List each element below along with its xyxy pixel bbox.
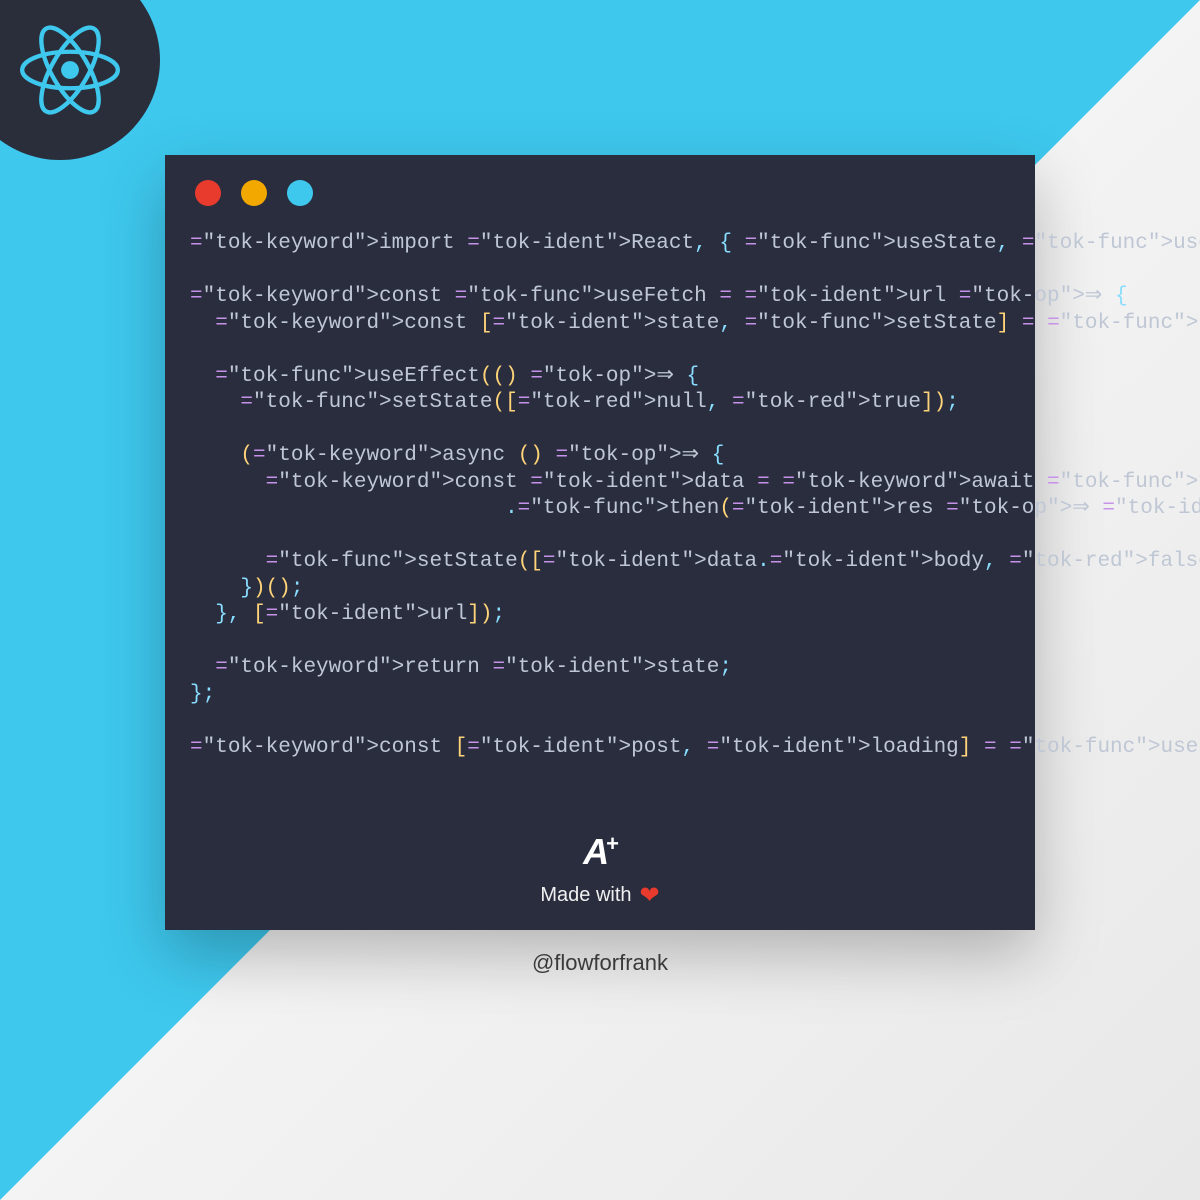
made-with-row: Made with ❤ [165, 881, 1035, 910]
code-line: ="tok-keyword">const [="tok-ident">post,… [190, 736, 1200, 759]
code-line: ="tok-func">useEffect(() ="tok-op">⇒ { [190, 365, 699, 388]
code-block: ="tok-keyword">import ="tok-ident">React… [190, 231, 1010, 761]
aplus-logo: A+ [583, 831, 617, 873]
window-traffic-lights [195, 180, 1010, 206]
code-line: })(); [190, 577, 303, 600]
logo-row: A+ [165, 831, 1035, 873]
logo-plus: + [606, 831, 617, 856]
code-line: .="tok-func">then(="tok-ident">res ="tok… [190, 497, 1200, 520]
code-line: ="tok-func">setState([="tok-red">null, =… [190, 391, 959, 414]
react-icon [20, 20, 120, 120]
code-line: ="tok-keyword">const ="tok-func">useFetc… [190, 285, 1128, 308]
code-line: ="tok-keyword">const [="tok-ident">state… [190, 312, 1200, 335]
code-line: }; [190, 683, 215, 706]
logo-letter: A [583, 831, 607, 872]
code-line: ="tok-keyword">const ="tok-ident">data =… [190, 471, 1200, 494]
code-line: ="tok-func">setState([="tok-ident">data.… [190, 550, 1200, 573]
code-line: ="tok-keyword">return ="tok-ident">state… [190, 656, 732, 679]
author-handle: @flowforfrank [0, 950, 1200, 976]
maximize-dot-icon [287, 180, 313, 206]
made-with-text: Made with [540, 884, 631, 907]
heart-icon: ❤ [640, 881, 660, 910]
code-line: ="tok-keyword">import ="tok-ident">React… [190, 232, 1200, 255]
minimize-dot-icon [241, 180, 267, 206]
code-line: (="tok-keyword">async () ="tok-op">⇒ { [190, 444, 724, 467]
close-dot-icon [195, 180, 221, 206]
code-line: }, [="tok-ident">url]); [190, 603, 505, 626]
code-snippet-card: ="tok-keyword">import ="tok-ident">React… [165, 155, 1035, 930]
card-footer: A+ Made with ❤ [165, 831, 1035, 910]
